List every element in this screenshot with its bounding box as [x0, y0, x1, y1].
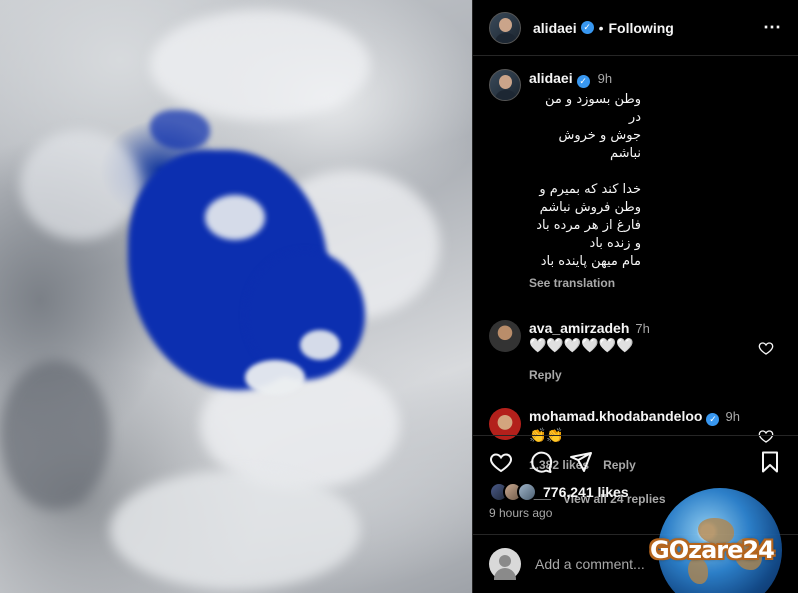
- comment-username[interactable]: ava_amirzadeh: [529, 320, 629, 336]
- action-bar: [473, 435, 798, 487]
- comment-time[interactable]: 7h: [635, 321, 649, 336]
- caption-avatar[interactable]: [489, 69, 521, 101]
- comment-icon[interactable]: [529, 450, 553, 474]
- post-timestamp[interactable]: 9 hours ago: [489, 506, 552, 520]
- watermark-text: GOzare24: [650, 536, 775, 564]
- header-separator: •: [598, 19, 604, 36]
- liker-avatar: [517, 482, 537, 502]
- caption-username[interactable]: alidaei: [529, 70, 573, 86]
- comment-item: ava_amirzadeh 7h 🤍🤍🤍🤍🤍🤍 Reply: [489, 320, 782, 382]
- comment-text: 🤍🤍🤍🤍🤍🤍: [529, 338, 634, 354]
- cloud: [110, 470, 360, 590]
- more-options-icon[interactable]: ⋯: [763, 17, 782, 38]
- following-button[interactable]: Following: [609, 20, 674, 36]
- cloud: [245, 360, 305, 395]
- cloud: [0, 360, 110, 510]
- header-username[interactable]: alidaei: [533, 20, 577, 36]
- caption-body: alidaei ✓ 9h وطن بسوزد و من در جوش و خروش …: [529, 69, 641, 292]
- reply-button[interactable]: Reply: [529, 368, 562, 382]
- cloud: [150, 10, 370, 120]
- comment-body: ava_amirzadeh 7h 🤍🤍🤍🤍🤍🤍 Reply: [529, 320, 650, 382]
- comment-time[interactable]: 9h: [725, 409, 739, 424]
- verified-badge-icon: ✓: [576, 75, 590, 88]
- share-icon[interactable]: [569, 450, 593, 474]
- cloud: [20, 130, 140, 240]
- comment-meta: Reply: [529, 368, 650, 382]
- likes-summary[interactable]: 776,241 likes: [489, 482, 629, 502]
- blue-sky: [150, 110, 210, 150]
- cloud: [300, 330, 340, 360]
- comment-like-heart-icon[interactable]: [758, 340, 774, 356]
- caption: alidaei ✓ 9h وطن بسوزد و من در جوش و خروش …: [489, 69, 782, 292]
- verified-badge-icon: ✓: [580, 21, 594, 34]
- post-header: alidaei ✓ • Following ⋯: [473, 0, 798, 56]
- bookmark-icon[interactable]: [758, 450, 782, 474]
- caption-time[interactable]: 9h: [598, 71, 612, 86]
- verified-badge-icon: ✓: [706, 413, 720, 426]
- caption-text: وطن بسوزد و من در جوش و خروش نباشم خدا ک…: [536, 92, 641, 269]
- cloud: [205, 195, 265, 240]
- watermark-logo: GOzare24: [650, 488, 788, 593]
- see-translation-link[interactable]: See translation: [529, 274, 641, 292]
- comment-avatar[interactable]: [489, 320, 521, 352]
- heart-icon[interactable]: [489, 450, 513, 474]
- comment-username[interactable]: mohamad.khodabandeloo: [529, 408, 702, 424]
- avatar[interactable]: [489, 11, 521, 44]
- comments-section[interactable]: alidaei ✓ 9h وطن بسوزد و من در جوش و خروش …: [473, 57, 798, 506]
- post-image[interactable]: [0, 0, 472, 593]
- likes-count[interactable]: 776,241 likes: [543, 484, 629, 500]
- user-avatar: [489, 548, 521, 580]
